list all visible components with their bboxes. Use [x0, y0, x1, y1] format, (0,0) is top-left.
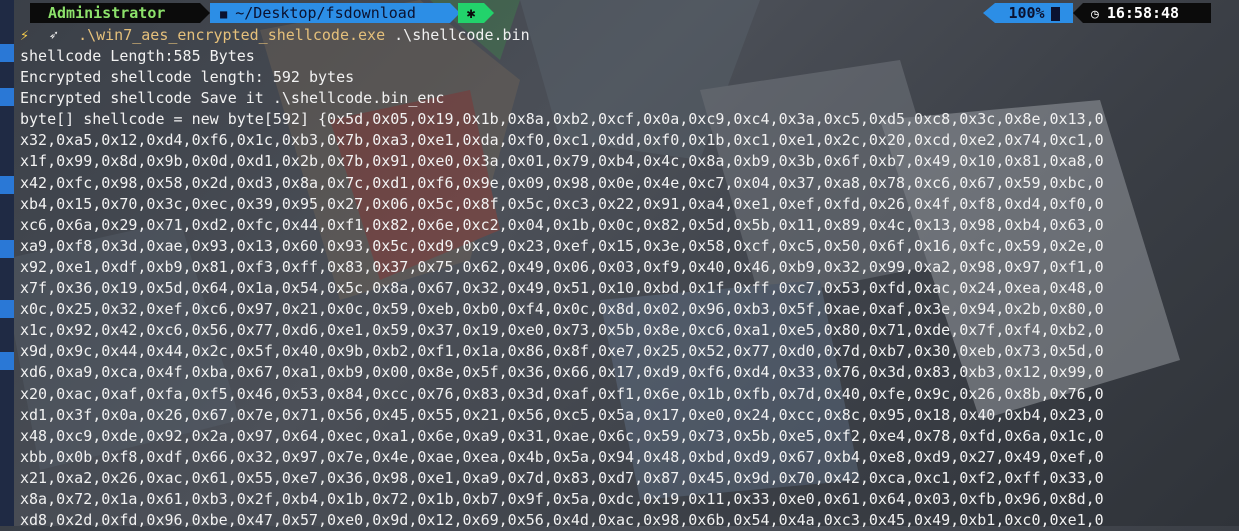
edge-marker [0, 44, 14, 62]
output-line: x21,0xa2,0x26,0xac,0x61,0x55,0xe7,0x36,0… [20, 468, 1104, 487]
shell-prompt-bar: Administrator ■ ~/Desktop/fsdownload ✱ 10… [0, 0, 1239, 24]
output-line: xbb,0x0b,0xf8,0xdf,0x66,0x32,0x97,0x7e,0… [20, 447, 1104, 466]
prompt-status-segment: ✱ [458, 3, 484, 23]
output-line: x42,0xfc,0x98,0x58,0x2d,0xd3,0x8a,0x7c,0… [20, 173, 1104, 192]
edge-marker [0, 240, 14, 258]
prompt-path-segment: ■ ~/Desktop/fsdownload [210, 3, 450, 23]
command-executable: .\win7_aes_encrypted_shellcode.exe [78, 26, 386, 44]
edge-marker [0, 88, 14, 106]
output-line: xd6,0xa9,0xca,0x4f,0xba,0x67,0xa1,0xb9,0… [20, 363, 1104, 382]
output-line: x9d,0x9c,0x44,0x44,0x2c,0x5f,0x40,0x9b,0… [20, 342, 1104, 361]
powerline-separator [484, 3, 494, 23]
output-line: x32,0xa5,0x12,0xd4,0xf6,0x1c,0xb3,0x7b,0… [20, 131, 1104, 150]
clock-icon: ◷ [1091, 7, 1099, 22]
output-line: Encrypted shellcode length: 592 bytes [20, 68, 355, 87]
output-line: x48,0xc9,0xde,0x92,0x2a,0x97,0x64,0xec,0… [20, 426, 1104, 445]
edge-marker [0, 352, 14, 370]
output-line: x20,0xac,0xaf,0xfa,0xf5,0x46,0x53,0x84,0… [20, 384, 1104, 403]
folder-icon: ■ [220, 7, 228, 21]
output-line: xb4,0x15,0x70,0x3c,0xec,0x39,0x95,0x27,0… [20, 194, 1104, 213]
output-line: Encrypted shellcode Save it .\shellcode.… [20, 89, 445, 108]
lightning-icon: ⚡ [20, 26, 30, 44]
powerline-separator [983, 3, 995, 23]
output-line: x8a,0x72,0x1a,0x61,0xb3,0x2f,0xb4,0x1b,0… [20, 489, 1104, 508]
output-line: xc6,0x6a,0x29,0x71,0xd2,0xfc,0x44,0xf1,0… [20, 215, 1104, 234]
prompt-user: Administrator [48, 4, 166, 22]
prompt-time-segment: ◷ 16:58:48 [1083, 3, 1211, 23]
output-line: x1c,0x92,0x42,0xc6,0x56,0x77,0xd6,0xe1,0… [20, 321, 1104, 340]
powerline-separator [1073, 3, 1083, 23]
output-line: xd1,0x3f,0x0a,0x26,0x67,0x7e,0x71,0x56,0… [20, 405, 1104, 424]
output-line: x0c,0x25,0x32,0xef,0xc6,0x97,0x21,0x0c,0… [20, 300, 1104, 319]
battery-icon [1050, 6, 1060, 21]
prompt-user-segment: Administrator [30, 3, 200, 23]
bug-icon: ✱ [466, 4, 476, 22]
rocket-icon: ➶ [49, 26, 59, 44]
terminal-output[interactable]: shellcode Length:585 Bytes Encrypted she… [20, 46, 1230, 531]
prompt-time: 16:58:48 [1106, 4, 1180, 22]
output-line: x1f,0x99,0x8d,0x9b,0x0d,0xd1,0x2b,0x7b,0… [20, 152, 1104, 171]
powerline-separator [200, 3, 210, 23]
output-line: x7f,0x36,0x19,0x5d,0x64,0x1a,0x54,0x5c,0… [20, 279, 1104, 298]
command-line[interactable]: ⚡ ➶ .\win7_aes_encrypted_shellcode.exe .\s… [20, 25, 530, 45]
output-line: shellcode Length:585 Bytes [20, 47, 255, 65]
output-line: xa9,0xf8,0x3d,0xae,0x93,0x13,0x60,0x93,0… [20, 236, 1104, 255]
output-line: byte[] shellcode = new byte[592] {0x5d,0… [20, 110, 1104, 129]
battery-level: 100% [1008, 4, 1045, 22]
output-line: x92,0xe1,0xdf,0xb9,0x81,0xf3,0xff,0x83,0… [20, 257, 1104, 276]
prompt-battery-segment: 100% [995, 3, 1073, 23]
prompt-path: ~/Desktop/fsdownload [235, 4, 416, 22]
output-line: xd8,0x2d,0xfd,0x96,0xbe,0x47,0x57,0xe0,0… [20, 511, 1104, 530]
command-argument: .\shellcode.bin [394, 26, 530, 44]
edge-marker [0, 300, 14, 318]
left-window-edge [0, 0, 14, 526]
edge-marker [0, 176, 14, 194]
